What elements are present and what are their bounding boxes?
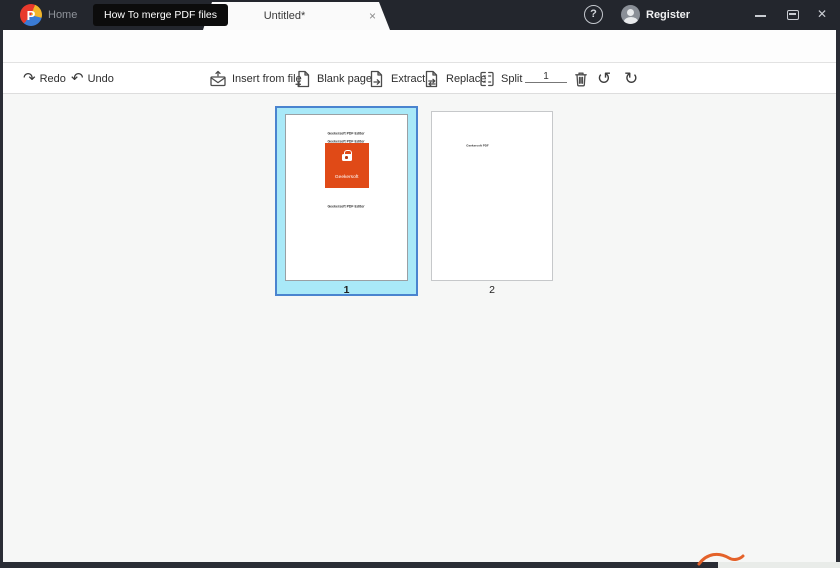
window-frame-bottom xyxy=(0,562,718,568)
tab-how-to-merge-pdf-files[interactable]: How To merge PDF files xyxy=(93,4,229,26)
logo-text: Geekersoft xyxy=(334,174,359,180)
replace-page-icon xyxy=(425,70,438,87)
split-icon xyxy=(480,71,494,86)
titlebar: P Home How To merge PDF files Untitled* … xyxy=(0,0,840,30)
rotate-left-button[interactable]: ↺ xyxy=(597,63,611,94)
delete-page-button[interactable] xyxy=(571,63,591,94)
split-button[interactable]: Split xyxy=(477,63,522,94)
rotate-right-button[interactable]: ↻ xyxy=(624,63,638,94)
insert-envelope-icon xyxy=(210,70,226,86)
page-1[interactable]: Geekersoft PDF Editor Geekersoft PDF Edi… xyxy=(285,114,408,281)
undo-button[interactable]: ↶ Undo xyxy=(71,63,114,94)
rotate-cw-icon: ↻ xyxy=(624,68,639,88)
blank-page-label: Blank page xyxy=(317,72,373,85)
app-window: P Home How To merge PDF files Untitled* … xyxy=(0,0,840,568)
blank-page-button[interactable]: Blank page xyxy=(293,63,372,94)
page-toolbar: ↷ Redo ↶ Undo Insert from file Blank pag… xyxy=(3,63,836,94)
orange-swoosh-decoration xyxy=(697,552,745,566)
help-icon[interactable]: ? xyxy=(584,5,603,24)
avatar-icon xyxy=(621,5,640,24)
extract-button[interactable]: Extract xyxy=(367,63,425,94)
redo-button[interactable]: ↷ Redo xyxy=(23,63,66,94)
lock-icon xyxy=(341,149,352,161)
register-button[interactable]: Register xyxy=(621,5,690,24)
window-frame-right xyxy=(836,30,840,562)
blank-page-icon xyxy=(295,70,310,87)
insert-from-file-label: Insert from file xyxy=(232,72,302,85)
page-2-line-1: Geekersoft PDF xyxy=(466,144,490,148)
split-label: Split xyxy=(501,72,523,85)
page-1-footer-line: Geekersoft PDF Editor xyxy=(327,205,366,209)
redo-label: Redo xyxy=(39,72,66,85)
page-2-number: 2 xyxy=(489,284,495,296)
document-canvas[interactable]: Geekersoft PDF Editor Geekersoft PDF Edi… xyxy=(3,94,836,562)
app-logo-letter: P xyxy=(26,7,36,23)
page-1-thumbnail-selected[interactable]: Geekersoft PDF Editor Geekersoft PDF Edi… xyxy=(275,106,418,296)
home-menu[interactable]: Home xyxy=(48,9,77,21)
maximize-icon[interactable] xyxy=(787,10,799,20)
app-logo-icon[interactable]: P xyxy=(20,4,42,26)
trash-icon xyxy=(575,72,587,86)
extract-label: Extract xyxy=(391,72,426,85)
redo-icon: ↷ xyxy=(23,70,36,87)
page-2-thumbnail[interactable]: Geekersoft PDF xyxy=(431,111,553,281)
window-frame-left xyxy=(0,30,3,562)
rotate-ccw-icon: ↺ xyxy=(597,68,612,88)
minimize-icon[interactable] xyxy=(755,15,766,17)
extract-page-icon xyxy=(370,70,383,87)
register-label: Register xyxy=(646,8,691,21)
tab-untitled[interactable]: Untitled* × xyxy=(203,2,390,30)
undo-label: Undo xyxy=(87,72,114,85)
split-count-input[interactable] xyxy=(525,71,567,83)
page-1-number: 1 xyxy=(343,284,350,296)
main-toolbar: 1/2 Edit Comment Page Protect xyxy=(3,30,837,90)
insert-from-file-button[interactable]: Insert from file xyxy=(208,63,302,94)
undo-icon: ↶ xyxy=(71,70,84,87)
window-close-icon[interactable]: ✕ xyxy=(817,7,827,21)
geekersoft-logo: Geekersoft xyxy=(324,143,369,188)
close-tab-icon[interactable]: × xyxy=(369,9,376,23)
